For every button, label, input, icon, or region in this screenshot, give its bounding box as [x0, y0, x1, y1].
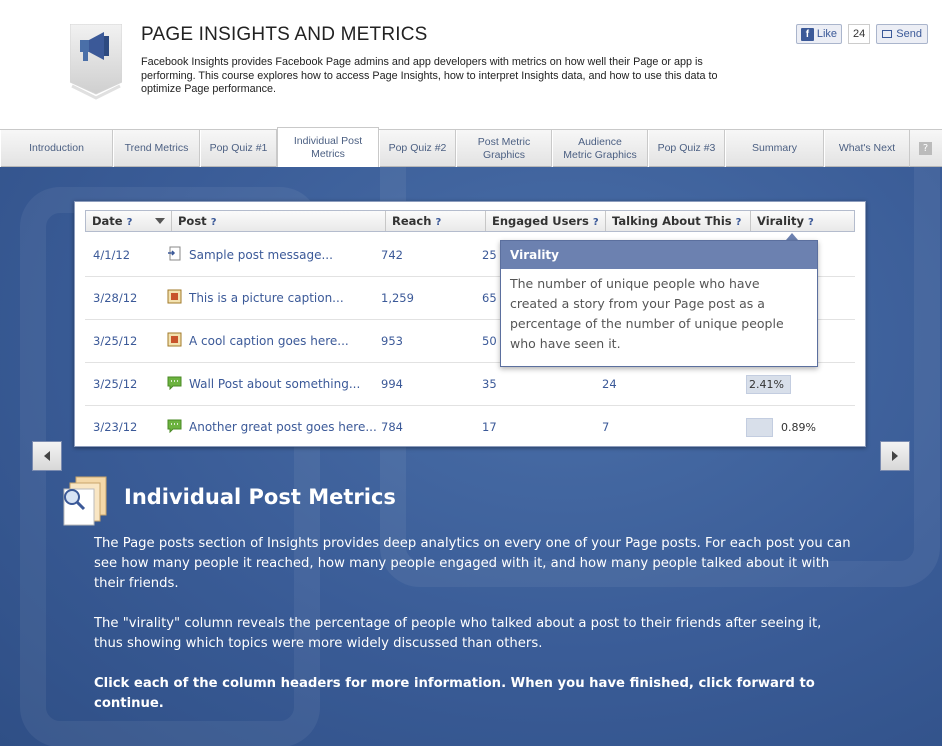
post-metrics-section-icon: [63, 476, 107, 526]
row-reach: 953: [381, 334, 403, 348]
section-instructions: Click each of the column headers for mor…: [94, 676, 815, 711]
row-engaged-users: 35: [482, 377, 497, 391]
column-header-date[interactable]: Date ?: [86, 211, 172, 231]
row-post-link[interactable]: This is a picture caption...: [189, 291, 344, 305]
tab-individual-post-metrics[interactable]: Individual Post Metrics: [277, 127, 379, 168]
tab-trend-metrics[interactable]: Trend Metrics: [113, 130, 200, 167]
table-header: Date ? Post ? Reach ? Engaged Users ? Ta…: [85, 210, 855, 232]
photo-post-icon: [167, 289, 182, 304]
status-post-icon: [167, 419, 182, 433]
row-date: 3/25/12: [93, 334, 138, 348]
virality-bar: [746, 418, 773, 437]
link-post-icon: [168, 246, 181, 261]
facebook-icon: f: [800, 27, 814, 41]
page-title: PAGE INSIGHTS AND METRICS: [141, 24, 428, 45]
row-reach: 1,259: [381, 291, 414, 305]
row-virality: 2.41%: [749, 378, 784, 391]
tooltip-title: Virality: [501, 241, 817, 269]
row-reach: 784: [381, 420, 403, 434]
row-virality: 0.89%: [781, 421, 816, 434]
previous-button[interactable]: [32, 441, 62, 471]
row-reach: 742: [381, 248, 403, 262]
tab-summary[interactable]: Summary: [725, 130, 824, 167]
column-header-talking-about-this[interactable]: Talking About This ?: [606, 211, 751, 231]
help-icon: ?: [807, 217, 814, 228]
tab-whats-next[interactable]: What's Next: [824, 130, 910, 167]
section-title: Individual Post Metrics: [124, 485, 396, 509]
column-header-reach[interactable]: Reach ?: [386, 211, 486, 231]
help-icon: ?: [126, 217, 133, 228]
tab-audience-metric-graphics[interactable]: Audience Metric Graphics: [552, 130, 648, 167]
tab-pop-quiz-2[interactable]: Pop Quiz #2: [379, 130, 456, 167]
send-button[interactable]: Send: [876, 24, 928, 44]
row-engaged-users: 17: [482, 420, 497, 434]
row-engaged-users: 25: [482, 248, 497, 262]
photo-post-icon: [167, 332, 182, 347]
row-talking-about-this: 24: [602, 377, 617, 391]
help-icon: ?: [210, 217, 217, 228]
course-description: Facebook Insights provides Facebook Page…: [141, 56, 718, 95]
table-row: 3/23/12 Another great post goes here... …: [85, 406, 855, 449]
tab-pop-quiz-3[interactable]: Pop Quiz #3: [648, 130, 725, 167]
send-label: Send: [896, 28, 922, 40]
row-date: 3/28/12: [93, 291, 138, 305]
row-engaged-users: 65: [482, 291, 497, 305]
row-date: 4/1/12: [93, 248, 131, 262]
tooltip-body: The number of unique people who have cre…: [510, 276, 784, 351]
section-paragraph-1: The Page posts section of Insights provi…: [94, 536, 851, 591]
social-buttons: f Like 24 Send: [795, 24, 928, 44]
tab-post-metric-graphics[interactable]: Post Metric Graphics: [456, 130, 552, 167]
next-button[interactable]: [880, 441, 910, 471]
help-icon: ?: [592, 217, 599, 228]
section-paragraph-2: The "virality" column reveals the percen…: [94, 616, 822, 651]
help-icon: ?: [735, 217, 742, 228]
tooltip-pointer: [786, 233, 798, 240]
help-icon[interactable]: ?: [919, 142, 932, 155]
sort-down-icon: [155, 218, 165, 224]
row-talking-about-this: 7: [602, 420, 610, 434]
column-header-engaged-users[interactable]: Engaged Users ?: [486, 211, 606, 231]
column-header-post[interactable]: Post ?: [172, 211, 386, 231]
row-post-link[interactable]: Sample post message...: [189, 248, 333, 262]
row-reach: 994: [381, 377, 403, 391]
like-count: 24: [848, 24, 871, 44]
course-tabs: Introduction Trend Metrics Pop Quiz #1 I…: [0, 127, 942, 168]
envelope-icon: [882, 30, 893, 38]
virality-tooltip: Virality The number of unique people who…: [500, 240, 818, 367]
row-post-link[interactable]: A cool caption goes here...: [189, 334, 349, 348]
row-post-link[interactable]: Another great post goes here...: [189, 420, 377, 434]
help-icon: ?: [435, 217, 442, 228]
like-label: Like: [816, 28, 838, 40]
megaphone-logo-icon: [70, 24, 122, 100]
tab-introduction[interactable]: Introduction: [0, 130, 113, 167]
row-engaged-users: 50: [482, 334, 497, 348]
like-button[interactable]: f Like: [795, 24, 843, 44]
status-post-icon: [167, 376, 182, 390]
arrow-right-icon: [892, 451, 898, 461]
tab-pop-quiz-1[interactable]: Pop Quiz #1: [200, 130, 277, 167]
row-post-link[interactable]: Wall Post about something...: [189, 377, 360, 391]
row-date: 3/23/12: [93, 420, 138, 434]
row-date: 3/25/12: [93, 377, 138, 391]
table-row: 3/25/12 Wall Post about something... 994…: [85, 363, 855, 406]
column-header-virality[interactable]: Virality ?: [751, 211, 854, 231]
course-header: PAGE INSIGHTS AND METRICS Facebook Insig…: [0, 0, 942, 130]
arrow-left-icon: [44, 451, 50, 461]
